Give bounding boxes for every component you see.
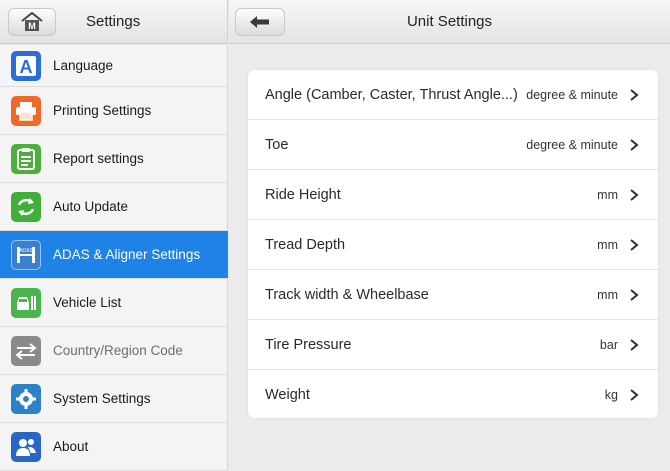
sidebar: A Language Printing Settings Report sett… xyxy=(0,45,228,471)
unit-row-label: Ride Height xyxy=(265,187,341,203)
unit-row-weight[interactable]: Weight kg xyxy=(248,370,658,420)
language-icon: A xyxy=(11,51,41,81)
sidebar-item-label: Auto Update xyxy=(53,199,129,214)
sidebar-item-label: Language xyxy=(53,58,114,73)
vehicle-list-icon xyxy=(11,287,41,318)
sidebar-item-auto-update[interactable]: Auto Update xyxy=(0,183,228,231)
unit-row-tire-pressure[interactable]: Tire Pressure bar xyxy=(248,320,658,370)
unit-row-value: mm xyxy=(597,288,618,302)
home-button[interactable]: M xyxy=(8,8,56,36)
unit-row-ride-height[interactable]: Ride Height mm xyxy=(248,170,658,220)
settings-title: Settings xyxy=(86,13,141,30)
update-icon xyxy=(11,191,41,222)
chevron-right-icon xyxy=(630,339,639,351)
unit-row-label: Weight xyxy=(265,387,310,403)
svg-text:A: A xyxy=(20,57,33,77)
gear-icon xyxy=(11,383,41,414)
chevron-right-icon xyxy=(630,289,639,301)
adas-icon: ADAS xyxy=(11,239,41,270)
settings-header: M Settings xyxy=(0,0,228,44)
chevron-right-icon xyxy=(630,189,639,201)
sidebar-item-about[interactable]: About xyxy=(0,423,228,471)
unit-row-value: degree & minute xyxy=(526,138,618,152)
sidebar-item-system-settings[interactable]: System Settings xyxy=(0,375,228,423)
unit-row-label: Toe xyxy=(265,137,289,153)
sidebar-item-language[interactable]: A Language xyxy=(0,45,228,87)
unit-row-label: Tread Depth xyxy=(265,237,346,253)
unit-row-label: Track width & Wheelbase xyxy=(265,287,429,303)
svg-text:ADAS: ADAS xyxy=(19,248,33,254)
sidebar-item-label: Printing Settings xyxy=(53,103,152,118)
unit-row-track-width-wheelbase[interactable]: Track width & Wheelbase mm xyxy=(248,270,658,320)
sidebar-item-label: ADAS & Aligner Settings xyxy=(53,247,201,262)
unit-settings-list: Angle (Camber, Caster, Thrust Angle...) … xyxy=(248,70,658,418)
about-icon xyxy=(11,431,41,462)
region-icon xyxy=(11,335,41,366)
sidebar-item-label: Country/Region Code xyxy=(53,343,183,358)
sidebar-item-country-region-code[interactable]: Country/Region Code xyxy=(0,327,228,375)
sidebar-item-printing-settings[interactable]: Printing Settings xyxy=(0,87,228,135)
unit-row-value: degree & minute xyxy=(526,88,618,102)
home-icon: M xyxy=(21,12,43,31)
sidebar-item-report-settings[interactable]: Report settings xyxy=(0,135,228,183)
sidebar-item-label: System Settings xyxy=(53,391,151,406)
report-icon xyxy=(11,143,41,174)
unit-row-value: kg xyxy=(604,388,618,402)
sidebar-item-label: Report settings xyxy=(53,151,144,166)
chevron-right-icon xyxy=(630,389,639,401)
printer-icon xyxy=(11,95,41,126)
sidebar-item-label: Vehicle List xyxy=(53,295,122,310)
chevron-right-icon xyxy=(630,139,639,151)
page-title: Unit Settings xyxy=(406,13,493,30)
unit-row-tread-depth[interactable]: Tread Depth mm xyxy=(248,220,658,270)
unit-row-value: bar xyxy=(599,338,618,352)
svg-text:M: M xyxy=(28,21,36,31)
unit-row-angle[interactable]: Angle (Camber, Caster, Thrust Angle...) … xyxy=(248,70,658,120)
chevron-right-icon xyxy=(630,239,639,251)
unit-row-value: mm xyxy=(597,238,618,252)
unit-row-label: Angle (Camber, Caster, Thrust Angle...) xyxy=(265,87,518,103)
unit-row-value: mm xyxy=(597,188,618,202)
sidebar-item-adas-aligner-settings[interactable]: ADAS ADAS & Aligner Settings xyxy=(0,231,228,279)
sidebar-item-label: About xyxy=(53,439,89,454)
unit-settings-header: Unit Settings xyxy=(229,0,670,44)
unit-row-label: Tire Pressure xyxy=(265,337,352,353)
chevron-right-icon xyxy=(630,89,639,101)
unit-row-toe[interactable]: Toe degree & minute xyxy=(248,120,658,170)
sidebar-item-vehicle-list[interactable]: Vehicle List xyxy=(0,279,228,327)
